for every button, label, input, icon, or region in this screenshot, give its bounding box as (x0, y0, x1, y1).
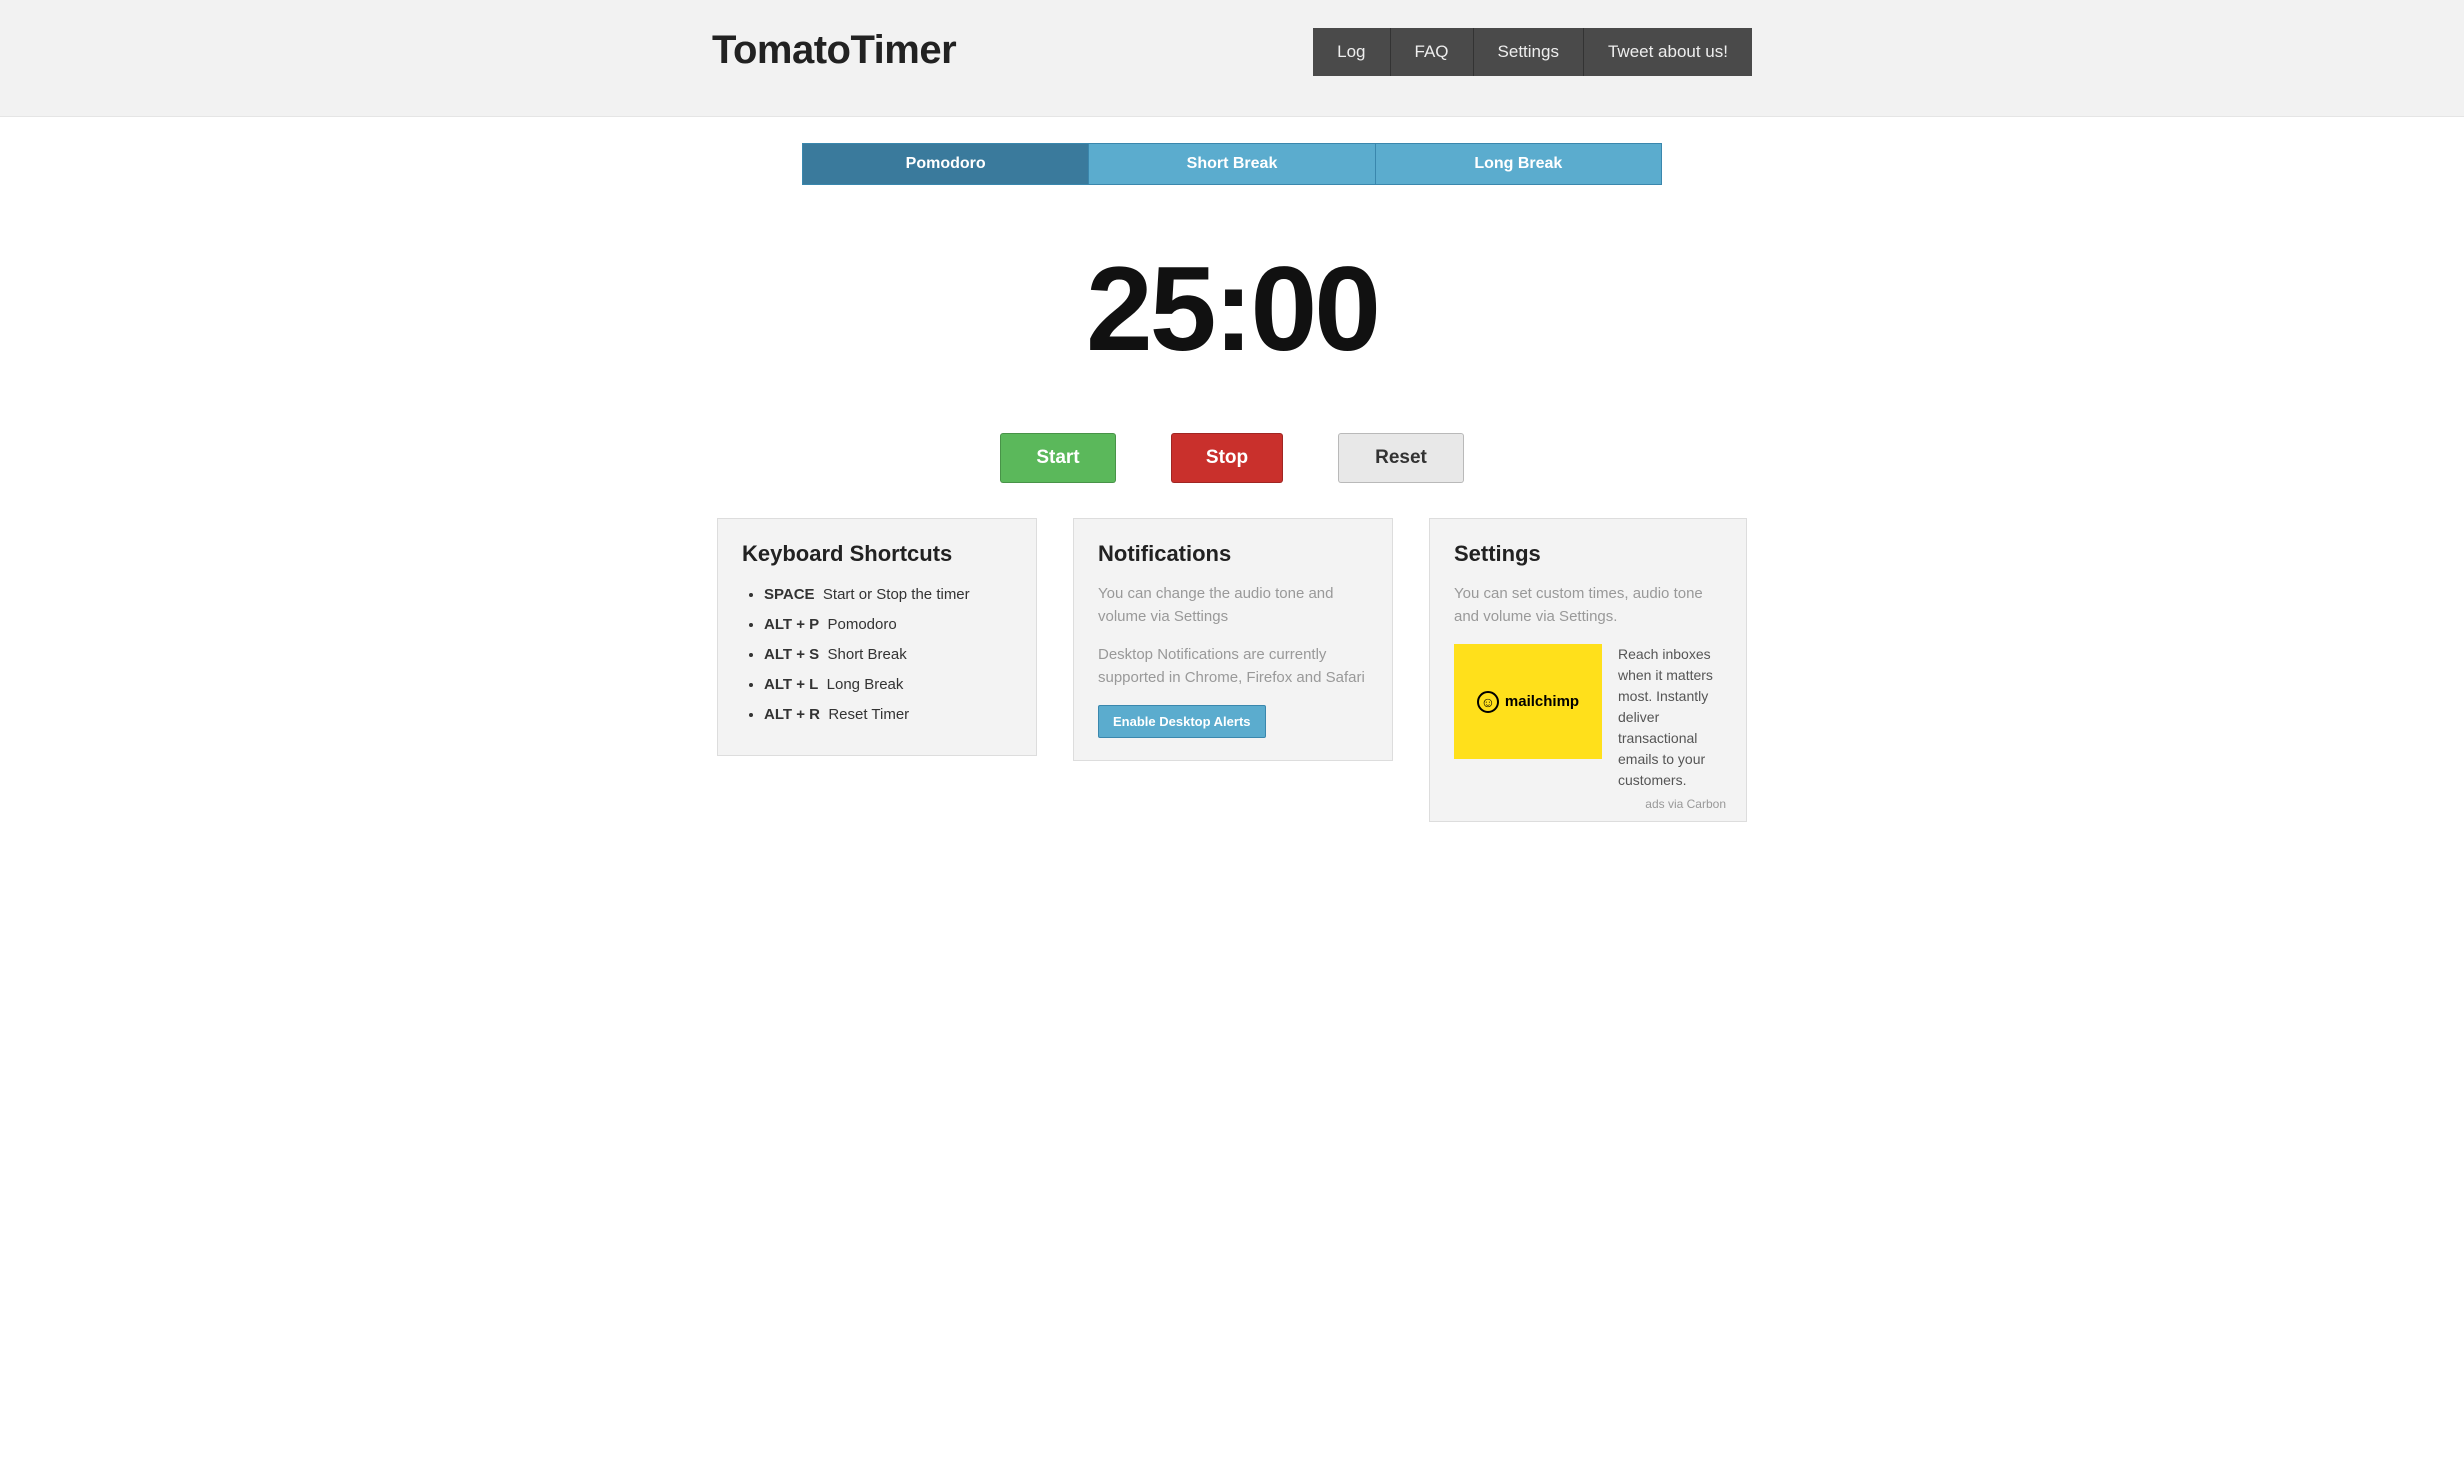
shortcut-key: ALT + L (764, 676, 818, 693)
shortcut-desc: Short Break (828, 646, 907, 663)
shortcut-desc: Long Break (827, 676, 904, 693)
settings-title: Settings (1454, 541, 1722, 567)
ad-attribution[interactable]: ads via Carbon (1645, 797, 1726, 811)
shortcut-key: ALT + R (764, 706, 820, 723)
top-nav: Log FAQ Settings Tweet about us! (1313, 28, 1752, 76)
shortcuts-panel: Keyboard Shortcuts SPACE Start or Stop t… (717, 518, 1037, 756)
ad-image: ☺ mailchimp (1454, 644, 1602, 759)
shortcuts-list: SPACE Start or Stop the timer ALT + P Po… (742, 583, 1012, 727)
nav-log[interactable]: Log (1313, 28, 1390, 76)
start-button[interactable]: Start (1000, 433, 1116, 483)
carbon-ad[interactable]: ☺ mailchimp Reach inboxes when it matter… (1454, 644, 1722, 791)
nav-tweet[interactable]: Tweet about us! (1584, 28, 1752, 76)
header: TomatoTimer Log FAQ Settings Tweet about… (0, 0, 2464, 117)
timer-controls: Start Stop Reset (0, 433, 2464, 483)
tab-long-break[interactable]: Long Break (1376, 144, 1661, 184)
shortcut-key: SPACE (764, 586, 815, 603)
settings-text: You can set custom times, audio tone and… (1454, 583, 1722, 628)
tab-pomodoro[interactable]: Pomodoro (803, 144, 1089, 184)
list-item: SPACE Start or Stop the timer (764, 583, 1012, 607)
shortcuts-title: Keyboard Shortcuts (742, 541, 1012, 567)
tab-short-break[interactable]: Short Break (1089, 144, 1375, 184)
shortcut-key: ALT + S (764, 646, 819, 663)
nav-faq[interactable]: FAQ (1391, 28, 1474, 76)
notifications-text-2: Desktop Notifications are currently supp… (1098, 644, 1368, 689)
list-item: ALT + L Long Break (764, 673, 1012, 697)
list-item: ALT + P Pomodoro (764, 613, 1012, 637)
shortcut-desc: Reset Timer (828, 706, 909, 723)
list-item: ALT + S Short Break (764, 643, 1012, 667)
reset-button[interactable]: Reset (1338, 433, 1464, 483)
list-item: ALT + R Reset Timer (764, 703, 1012, 727)
site-logo[interactable]: TomatoTimer (712, 28, 956, 73)
info-panels: Keyboard Shortcuts SPACE Start or Stop t… (717, 518, 1747, 822)
mailchimp-logo: ☺ mailchimp (1477, 691, 1579, 713)
stop-button[interactable]: Stop (1171, 433, 1283, 483)
nav-settings[interactable]: Settings (1474, 28, 1584, 76)
shortcut-key: ALT + P (764, 616, 819, 633)
notifications-title: Notifications (1098, 541, 1368, 567)
ad-brand: mailchimp (1505, 693, 1579, 710)
mode-tabs: Pomodoro Short Break Long Break (802, 143, 1662, 185)
enable-desktop-alerts-button[interactable]: Enable Desktop Alerts (1098, 705, 1266, 738)
settings-panel: Settings You can set custom times, audio… (1429, 518, 1747, 822)
notifications-text-1: You can change the audio tone and volume… (1098, 583, 1368, 628)
shortcut-desc: Start or Stop the timer (823, 586, 970, 603)
shortcut-desc: Pomodoro (828, 616, 897, 633)
timer-display: 25:00 (0, 240, 2464, 378)
notifications-panel: Notifications You can change the audio t… (1073, 518, 1393, 761)
mailchimp-icon: ☺ (1477, 691, 1499, 713)
ad-copy: Reach inboxes when it matters most. Inst… (1618, 644, 1722, 791)
